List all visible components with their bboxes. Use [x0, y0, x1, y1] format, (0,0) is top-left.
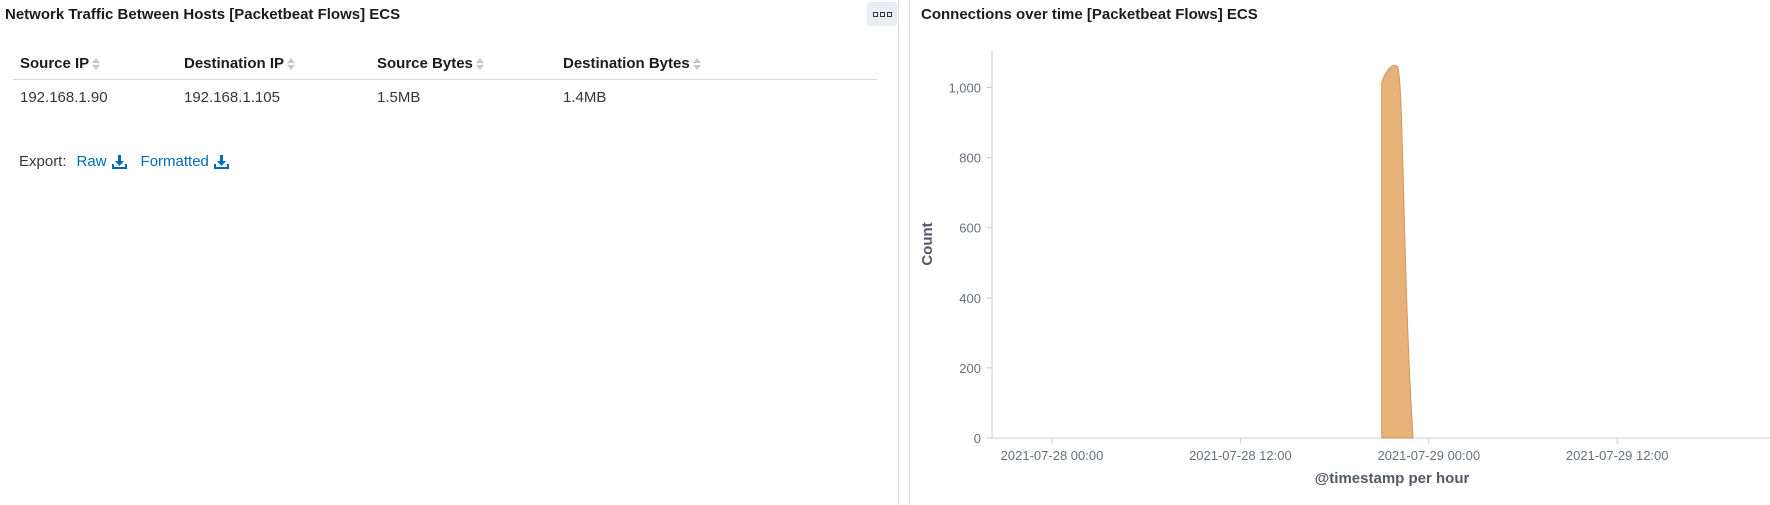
- area-series-0: [1381, 64, 1414, 439]
- cell-source-bytes: 1.5MB: [377, 89, 421, 106]
- export-raw-link[interactable]: Raw: [77, 153, 127, 170]
- y-tick-label: 1,000: [948, 81, 981, 96]
- column-label: Source IP: [20, 55, 90, 72]
- column-header-source-ip[interactable]: Source IP: [13, 48, 177, 80]
- export-bar: Export: Raw Formatted: [19, 153, 243, 170]
- y-tick-label: 600: [959, 221, 981, 236]
- export-formatted-link[interactable]: Formatted: [141, 153, 229, 170]
- column-label: Source Bytes: [377, 55, 473, 72]
- x-axis-title: @timestamp per hour: [1315, 470, 1470, 487]
- download-icon: [111, 154, 127, 169]
- panel-options-button[interactable]: [867, 2, 897, 26]
- column-header-destination-ip[interactable]: Destination IP: [177, 48, 370, 80]
- network-traffic-panel: Network Traffic Between Hosts [Packetbea…: [0, 0, 899, 505]
- export-label: Export:: [19, 153, 67, 170]
- flows-table: Source IP Destination IP Source Bytes De…: [13, 48, 877, 115]
- sort-icon[interactable]: [475, 58, 484, 71]
- sort-icon[interactable]: [92, 58, 101, 71]
- options-icon-dot: [886, 11, 892, 17]
- x-tick-label: 2021-07-29 00:00: [1377, 448, 1480, 463]
- connections-chart[interactable]: 0 200 400 600 800 1,000 2021-07-28 00:00 2021-0…: [910, 0, 1770, 505]
- options-icon: [872, 11, 878, 17]
- connections-over-time-panel: Connections over time [Packetbeat Flows]…: [909, 0, 1770, 505]
- export-formatted-label: Formatted: [140, 153, 209, 170]
- column-label: Destination IP: [184, 55, 285, 72]
- sort-icon[interactable]: [287, 58, 296, 71]
- column-label: Destination Bytes: [563, 55, 690, 72]
- x-tick-label: 2021-07-28 12:00: [1189, 448, 1292, 463]
- y-tick-label: 800: [959, 151, 981, 166]
- y-tick-label: 0: [974, 431, 981, 446]
- x-tick-label: 2021-07-29 12:00: [1566, 448, 1669, 463]
- table-row: 192.168.1.90 192.168.1.105 1.5MB 1.4MB: [13, 80, 877, 116]
- sort-icon[interactable]: [692, 58, 701, 71]
- column-header-source-bytes[interactable]: Source Bytes: [370, 48, 556, 80]
- table-header-row: Source IP Destination IP Source Bytes De…: [13, 48, 877, 80]
- y-tick-label: 400: [959, 291, 981, 306]
- y-axis-title: Count: [919, 222, 936, 265]
- export-raw-label: Raw: [76, 153, 107, 170]
- cell-source-ip: 192.168.1.90: [20, 89, 108, 106]
- x-tick-label: 2021-07-28 00:00: [1001, 448, 1104, 463]
- cell-destination-bytes: 1.4MB: [563, 89, 607, 106]
- options-icon-dot: [879, 11, 885, 17]
- cell-destination-ip: 192.168.1.105: [184, 89, 280, 106]
- y-tick-label: 200: [959, 361, 981, 376]
- column-header-destination-bytes[interactable]: Destination Bytes: [556, 48, 877, 80]
- download-icon: [213, 154, 229, 169]
- panel-title: Network Traffic Between Hosts [Packetbea…: [5, 6, 401, 23]
